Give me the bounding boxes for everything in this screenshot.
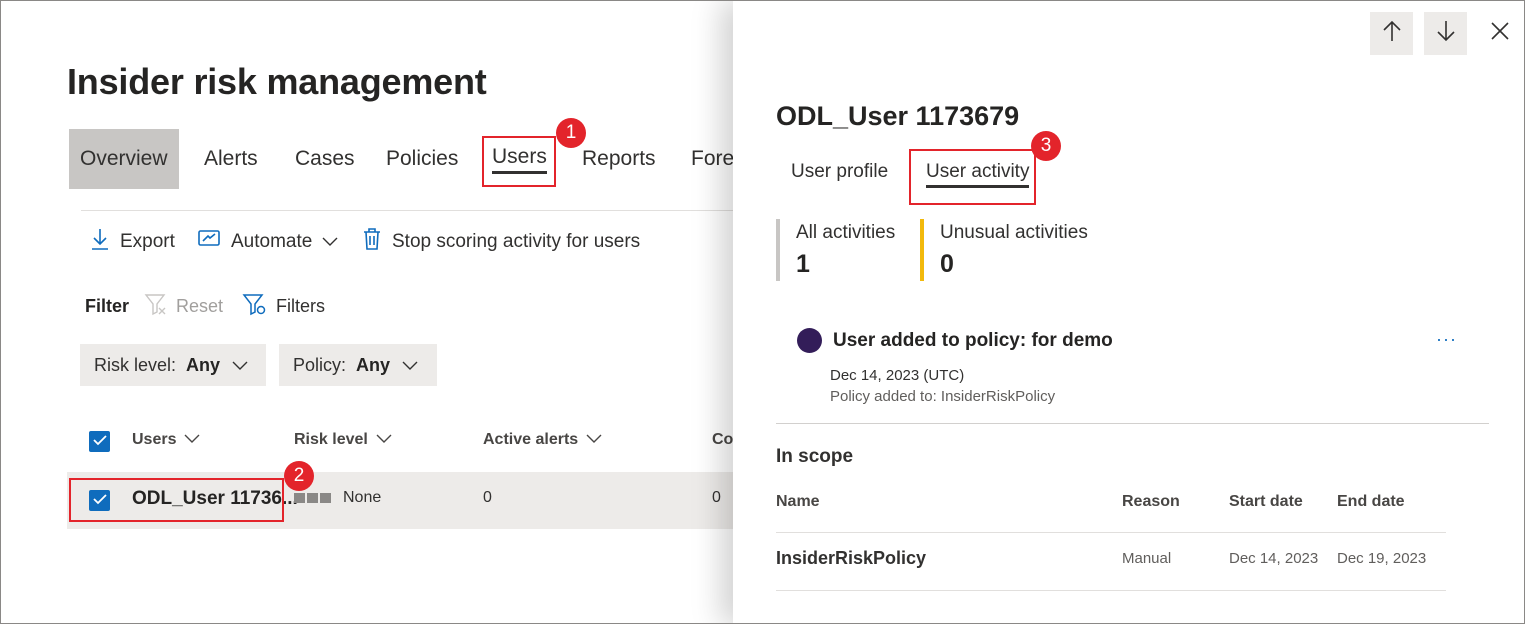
column-header-label: Co [712,431,734,448]
scope-header-end-date: End date [1337,493,1405,510]
automate-button[interactable]: Automate [197,227,348,257]
activity-status-dot [797,328,822,353]
active-alerts-cell: 0 [483,489,492,506]
tab-alerts[interactable]: Alerts [204,129,258,189]
close-icon [1491,21,1509,45]
chevron-down-icon [578,431,602,449]
activity-title: User added to policy: for demo [833,330,1113,351]
column-header-risk-level[interactable]: Risk level [294,431,392,449]
section-divider [776,423,1489,424]
scope-header-reason: Reason [1122,493,1180,510]
reset-label: Reset [176,295,224,316]
risk-level-filter-value: Any [186,354,221,375]
tab-label: Cases [295,147,355,170]
app-window: Insider risk management Overview Alerts … [0,0,1525,624]
column-header-users[interactable]: Users [132,431,200,449]
next-item-button[interactable] [1424,12,1467,55]
tab-label: Policies [386,147,459,170]
callout-box-user-activity [909,149,1036,205]
reset-filters-button[interactable]: Reset [144,291,223,321]
cases-cell: 0 [712,489,721,506]
column-header-label: Users [132,431,177,448]
callout-box-users [482,136,556,187]
tab-label: User profile [791,161,889,182]
chevron-down-icon [368,431,392,449]
arrow-up-icon [1382,19,1402,48]
risk-level-filter-label: Risk level: [94,354,177,375]
tab-label: Overview [80,147,168,170]
more-options-button[interactable]: ··· [1436,329,1457,350]
policy-filter[interactable]: Policy: Any [279,344,437,386]
tab-overview[interactable]: Overview [69,129,179,189]
scope-header-start-date: Start date [1229,493,1303,510]
panel-user-title: ODL_User 1173679 [776,101,1020,131]
tab-forensics[interactable]: Fore [691,129,734,189]
clear-filter-icon [144,292,168,321]
stat-value: 1 [796,250,810,278]
page-title: Insider risk management [67,61,487,102]
scope-header-name: Name [776,493,820,510]
callout-badge-3: 3 [1031,131,1061,161]
tab-label: Fore [691,147,735,170]
policy-filter-label: Policy: [293,354,347,375]
callout-box-user-row [69,478,284,522]
stat-label: Unusual activities [940,222,1088,243]
close-button[interactable] [1488,21,1512,45]
stop-scoring-button[interactable]: Stop scoring activity for users [362,227,640,257]
policy-filter-value: Any [356,354,391,375]
trash-icon [362,227,392,257]
checkmark-icon [92,433,107,451]
filter-label: Filter [85,295,130,316]
automate-icon [197,228,231,256]
risk-level-value: None [343,489,382,506]
tab-cases[interactable]: Cases [295,129,355,189]
scope-start-date: Dec 14, 2023 [1229,550,1319,567]
in-scope-title: In scope [776,446,854,467]
chevron-down-icon [176,431,200,449]
risk-level-cell: None [294,489,381,507]
stat-all-activities[interactable]: All activities 1 [776,219,895,281]
tab-user-profile[interactable]: User profile [791,161,888,183]
column-header-active-alerts[interactable]: Active alerts [483,431,602,449]
scope-reason: Manual [1122,550,1172,567]
tab-label: Reports [582,147,656,170]
column-header-label: Active alerts [483,431,579,448]
tab-policies[interactable]: Policies [386,129,458,189]
column-header-cases[interactable]: Co [712,431,733,449]
scope-header-divider [776,532,1446,533]
stat-value: 0 [940,250,954,278]
stop-scoring-label: Stop scoring activity for users [392,231,641,252]
tabs-divider [81,210,741,211]
risk-level-bars-icon [294,493,331,503]
more-icon: ··· [1436,329,1457,349]
filters-button[interactable]: Filters [242,291,325,321]
export-label: Export [120,231,175,252]
filter-settings-icon [242,292,268,321]
user-details-panel: ODL_User 1173679 User profile User activ… [733,1,1524,623]
activity-date: Dec 14, 2023 (UTC) [830,367,965,384]
chevron-down-icon [322,231,348,253]
filters-label: Filters [276,295,325,316]
chevron-down-icon [220,355,248,376]
scope-row-divider [776,590,1446,591]
risk-level-filter[interactable]: Risk level: Any [80,344,266,386]
automate-label: Automate [231,231,313,252]
export-button[interactable]: Export [90,227,175,257]
callout-badge-2: 2 [284,461,314,491]
activity-description: Policy added to: InsiderRiskPolicy [830,388,1056,405]
column-header-label: Risk level [294,431,368,448]
chevron-down-icon [390,355,418,376]
callout-badge-1: 1 [556,118,586,148]
stat-label: All activities [796,222,896,243]
stat-unusual-activities[interactable]: Unusual activities 0 [920,219,1088,281]
tab-label: Alerts [204,147,258,170]
previous-item-button[interactable] [1370,12,1413,55]
scope-end-date: Dec 19, 2023 [1337,550,1427,567]
scope-policy-name[interactable]: InsiderRiskPolicy [776,548,926,569]
tab-reports[interactable]: Reports [582,129,656,189]
select-all-checkbox[interactable] [89,431,110,452]
download-icon [90,227,120,257]
arrow-down-icon [1436,19,1456,48]
